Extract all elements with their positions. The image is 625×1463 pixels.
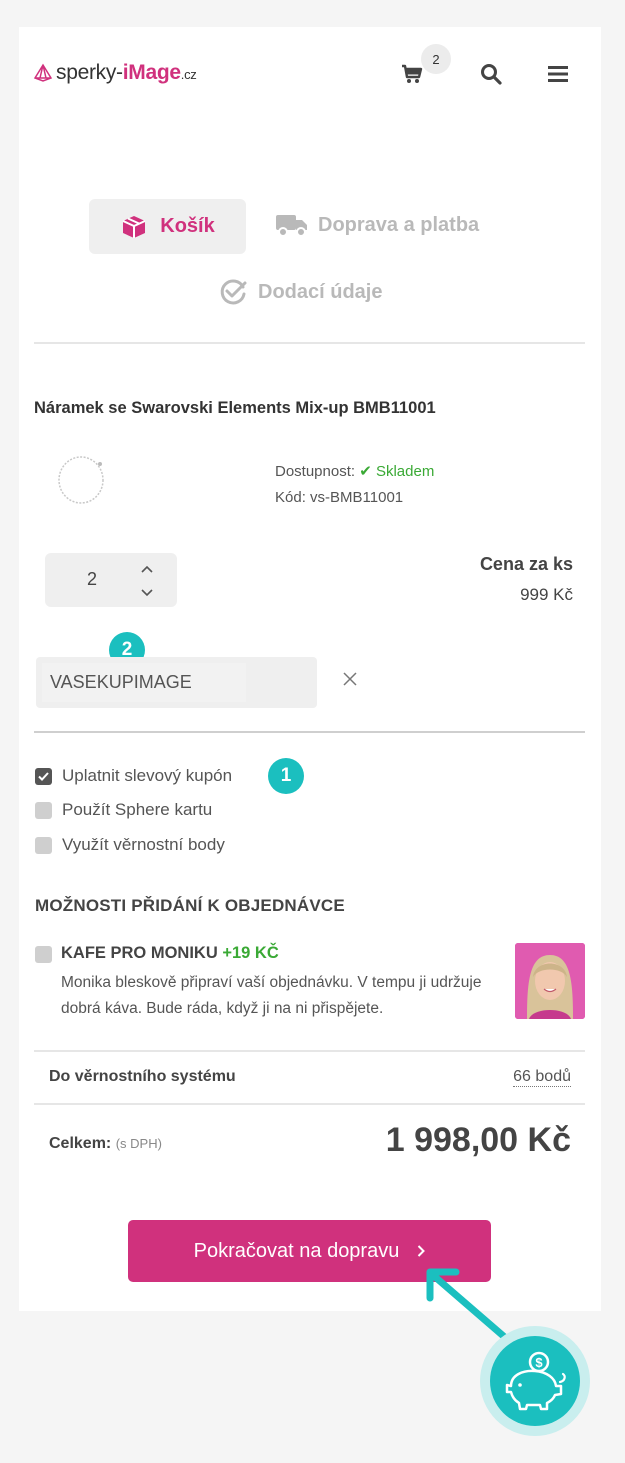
quantity-value[interactable]: 2 [87,569,97,590]
chevron-down-icon [141,589,153,597]
truck-icon [276,215,307,237]
menu-button[interactable] [544,60,572,88]
coupon-clear-button[interactable] [338,667,362,691]
annotation-badge-1: 1 [268,758,304,794]
product-availability: Dostupnost: ✔ Skladem Kód: vs-BMB11001 [275,459,434,511]
monika-photo [515,943,585,1019]
cart-count-badge: 2 [421,44,451,74]
loyalty-points-label: Využít věrnostní body [62,835,225,854]
quantity-increase-button[interactable] [137,561,157,577]
check-icon [38,771,49,781]
apply-coupon-label: Uplatnit slevový kupón [62,766,233,785]
bracelet-thumbnail[interactable] [55,452,107,506]
unit-price-value: 999 Kč [520,585,573,604]
search-icon [481,64,502,85]
step-cart[interactable]: Košík [89,199,246,254]
chevron-up-icon [141,565,153,573]
step-delivery[interactable]: Dodací údaje [218,277,382,307]
cart-icon [402,64,423,83]
chevron-right-icon [418,1245,426,1257]
coupon-input[interactable] [42,663,246,702]
loyalty-points-value[interactable]: 66 bodů [513,1068,571,1087]
summary-divider [34,1103,585,1105]
step-delivery-label: Dodací údaje [258,280,383,303]
availability-label: Dostupnost: [275,463,356,480]
checkbox-unchecked[interactable] [35,836,52,854]
addon-description: Monika bleskově připraví vaší objednávku… [61,974,482,1017]
close-icon [343,672,357,686]
total-label: Celkem: (s DPH) [49,1135,162,1152]
total-value: 1 998,00 Kč [385,1121,571,1159]
logo-highlight: iMage [122,61,181,84]
quantity-decrease-button[interactable] [137,585,157,601]
loyalty-system-label: Do věrnostního systému [49,1068,236,1085]
logo-prefix: sperky- [56,61,123,84]
quantity-stepper[interactable]: 2 [45,553,177,607]
diamond-logo-icon [33,63,53,82]
sphere-card-checkbox[interactable]: Použít Sphere kartu [35,800,212,820]
addons-section-title: MOŽNOSTI PŘIDÁNÍ K OBJEDNÁVCE [35,896,345,915]
hamburger-menu-icon [548,66,568,82]
addon-price: +19 KČ [222,944,279,962]
coupon-divider [34,731,585,733]
apply-coupon-checkbox[interactable]: Uplatnit slevový kupón [35,766,232,786]
total-vat-note: (s DPH) [115,1136,162,1151]
step-cart-label: Košík [160,215,215,237]
product-code: Kód: vs-BMB11001 [275,489,404,506]
product-title[interactable]: Náramek se Swarovski Elements Mix-up BMB… [34,399,436,418]
search-button[interactable] [477,60,505,88]
checkbox-unchecked[interactable] [35,801,52,819]
coupon-field-wrapper [36,657,317,708]
svg-text:$: $ [535,1355,543,1370]
piggy-bank-widget[interactable]: $ [490,1336,580,1426]
unit-price-label: Cena za ks [479,554,573,574]
step-shipping-label: Doprava a platba [318,213,480,236]
in-stock-status: ✔ Skladem [359,463,435,480]
checkmark-icon: ✔ [359,463,372,480]
addon-title: KAFE PRO MONIKU +19 KČ [61,944,279,963]
piggy-bank-icon: $ [505,1351,566,1411]
loyalty-points-checkbox[interactable]: Využít věrnostní body [35,835,225,855]
sphere-card-label: Použít Sphere kartu [62,800,213,819]
check-circle-icon [220,279,247,305]
box-icon [122,215,146,238]
continue-button-label: Pokračovat na dopravu [193,1239,400,1262]
site-logo[interactable]: sperky-iMage.cz [33,58,197,88]
checkbox-checked[interactable] [35,767,52,785]
addon-name: KAFE PRO MONIKU [61,944,218,962]
logo-suffix: .cz [180,67,197,82]
steps-divider [34,342,585,344]
addons-divider [34,1050,585,1052]
addon-checkbox[interactable] [35,946,52,963]
step-shipping[interactable]: Doprava a platba [275,212,479,238]
